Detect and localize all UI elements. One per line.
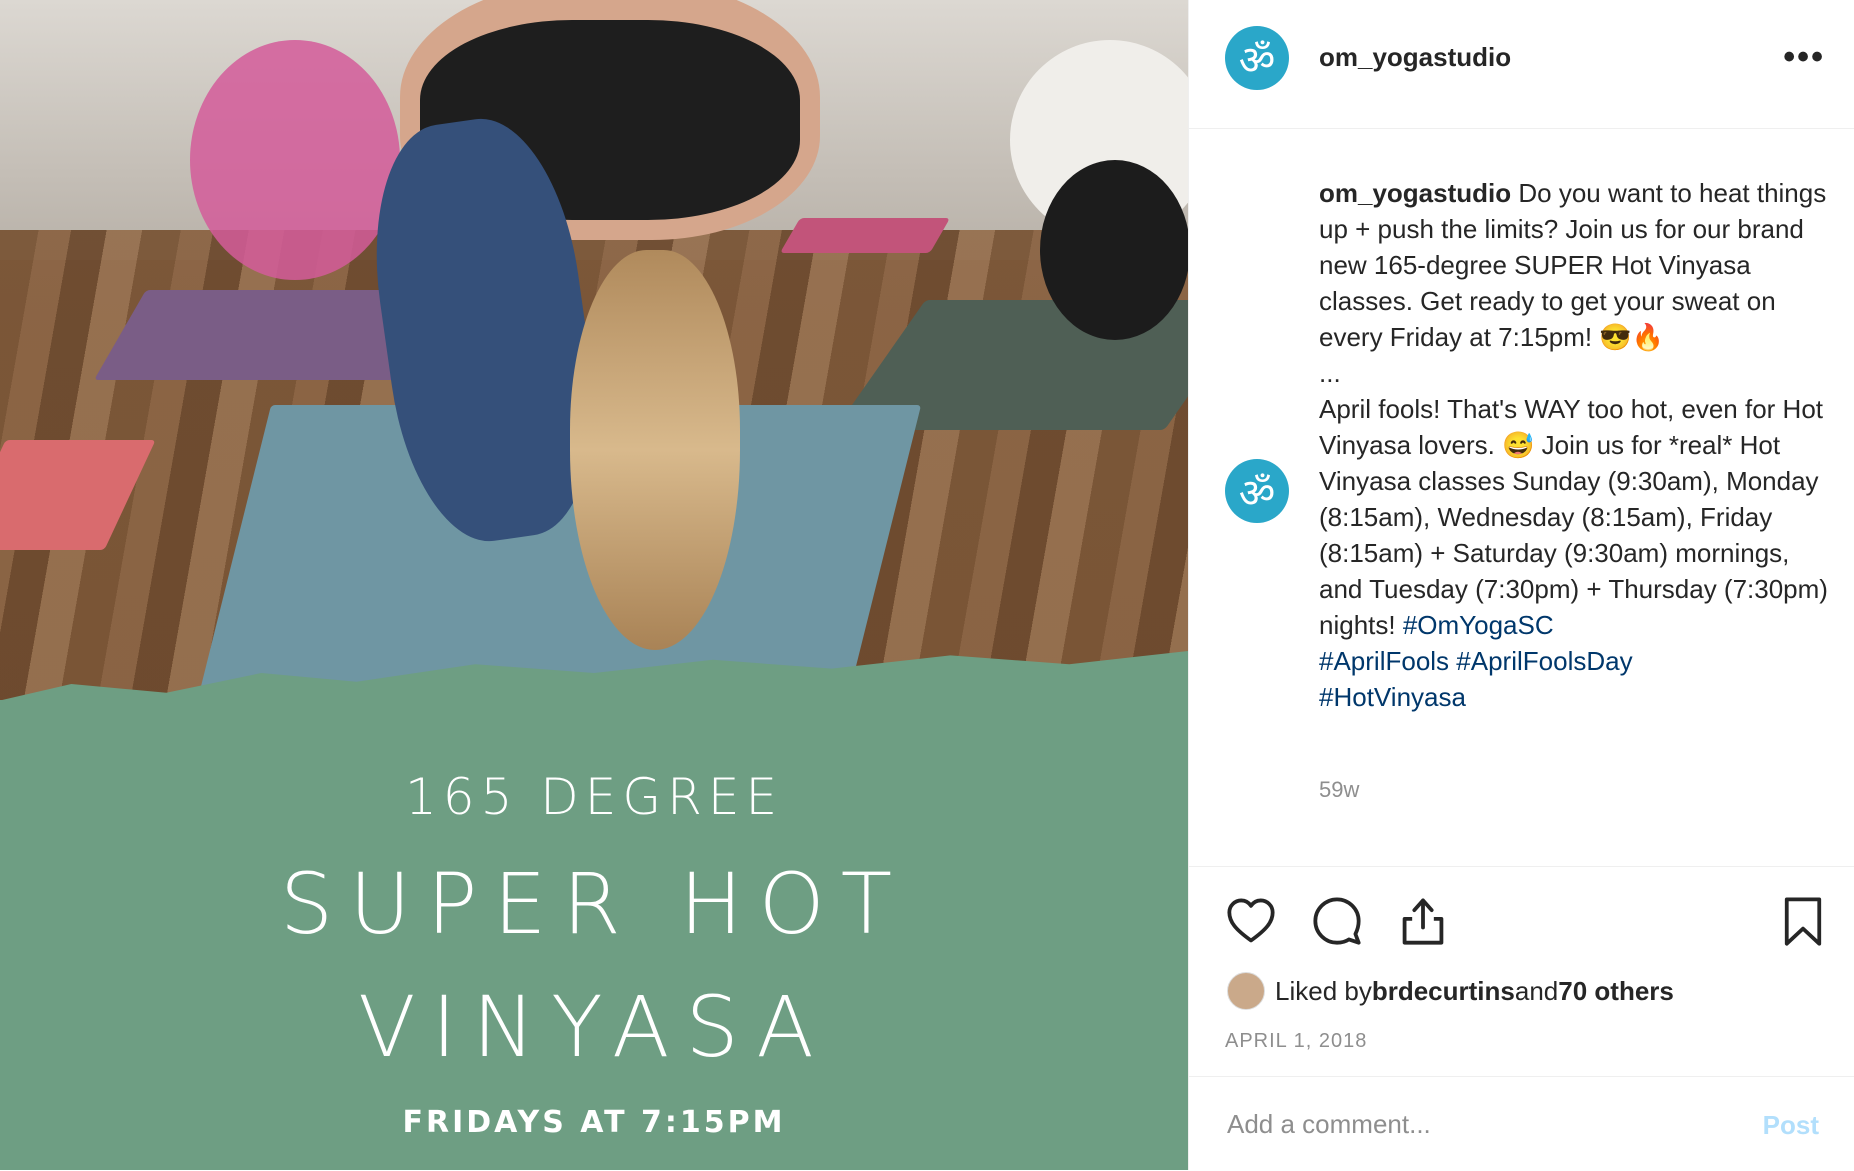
comment-input[interactable] [1225, 1097, 1709, 1151]
hashtag-link[interactable]: #AprilFools [1319, 646, 1449, 676]
liker-avatar[interactable] [1227, 972, 1265, 1010]
share-icon[interactable] [1397, 895, 1449, 947]
more-options-icon[interactable]: ••• [1783, 38, 1825, 77]
post-date[interactable]: APRIL 1, 2018 [1225, 1030, 1367, 1053]
comment-bar: Post [1189, 1076, 1854, 1171]
yogi-center-hair [570, 250, 740, 650]
comment-icon[interactable] [1311, 895, 1363, 947]
post-sidebar: ॐ om_yogastudio ••• ॐ om_yogastudio Do y… [1188, 0, 1854, 1170]
banner-line-vinyasa: VINYASA [358, 978, 830, 1076]
caption-ellipsis: ... [1319, 358, 1341, 388]
bookmark-icon[interactable] [1777, 895, 1829, 947]
banner-line-schedule: FRIDAYS AT 7:15PM [402, 1105, 786, 1140]
yogi-right-pants [1040, 160, 1188, 340]
caption-area: ॐ om_yogastudio Do you want to heat thin… [1189, 129, 1854, 865]
banner-line-degree: 165 DEGREE [404, 768, 784, 826]
hashtag-link[interactable]: #AprilFoolsDay [1456, 646, 1632, 676]
hashtag-link[interactable]: #HotVinyasa [1319, 682, 1466, 712]
post-header: ॐ om_yogastudio ••• [1189, 0, 1854, 129]
liked-user[interactable]: brdecurtins [1372, 976, 1515, 1007]
likes-summary: Liked by brdecurtins and 70 others [1227, 972, 1674, 1010]
caption-text: om_yogastudio Do you want to heat things… [1319, 175, 1839, 715]
yoga-mat-magenta [779, 218, 951, 253]
profile-avatar[interactable]: ॐ [1225, 26, 1289, 90]
action-bar: Liked by brdecurtins and 70 others APRIL… [1189, 866, 1854, 1077]
yogi-left [190, 40, 400, 280]
banner-line-super-hot: SUPER HOT [279, 855, 909, 953]
caption-time-ago[interactable]: 59w [1319, 777, 1359, 803]
post-image[interactable]: 165 DEGREE SUPER HOT VINYASA FRIDAYS AT … [0, 0, 1188, 1170]
heart-icon[interactable] [1225, 895, 1277, 947]
hashtag-link[interactable]: #OmYogaSC [1403, 610, 1554, 640]
caption-body-2: April fools! That's WAY too hot, even fo… [1319, 394, 1828, 640]
caption-username[interactable]: om_yogastudio [1319, 178, 1511, 208]
liked-prefix: Liked by [1275, 975, 1372, 1006]
caption-avatar[interactable]: ॐ [1225, 459, 1289, 523]
liked-mid: and [1514, 975, 1559, 1006]
liked-others[interactable]: 70 others [1558, 976, 1674, 1007]
header-username[interactable]: om_yogastudio [1319, 42, 1511, 73]
post-comment-button[interactable]: Post [1757, 1109, 1825, 1142]
